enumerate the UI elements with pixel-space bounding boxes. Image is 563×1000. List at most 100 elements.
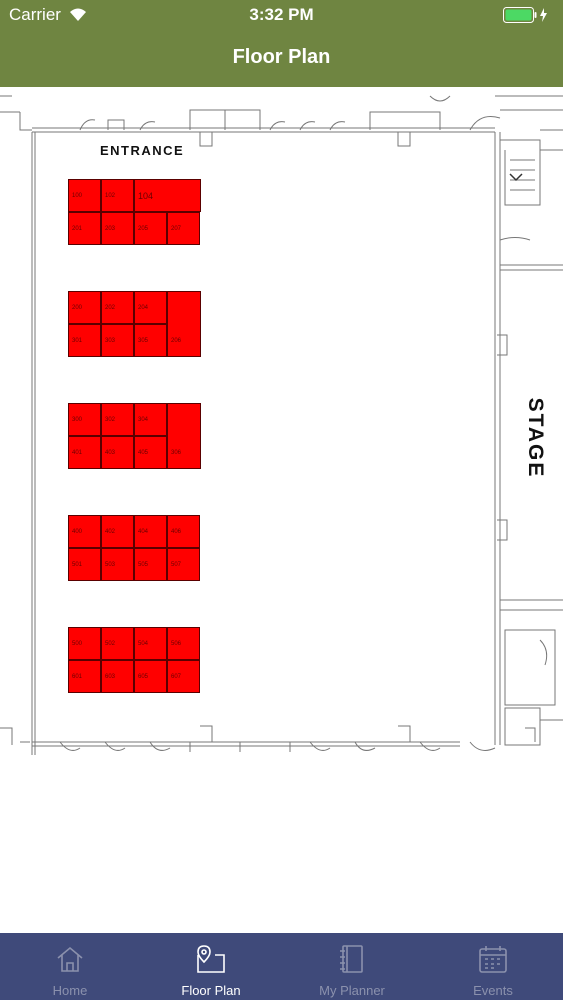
booth-406[interactable]: 406 bbox=[167, 515, 200, 548]
booth-block: 100 102 104 201 203 205 207 bbox=[68, 179, 201, 245]
notebook-icon bbox=[336, 943, 368, 975]
booth-number: 302 bbox=[105, 416, 116, 423]
booth-number: 203 bbox=[105, 225, 116, 232]
booth-301[interactable]: 301 bbox=[68, 324, 101, 357]
booth-number: 507 bbox=[171, 561, 182, 568]
booth-number: 401 bbox=[72, 449, 83, 456]
booth-number: 305 bbox=[138, 337, 149, 344]
tab-home[interactable]: Home bbox=[0, 933, 140, 1000]
booth-207[interactable]: 207 bbox=[167, 212, 200, 245]
booth-205[interactable]: 205 bbox=[134, 212, 167, 245]
booth-number: 405 bbox=[138, 449, 149, 456]
booth-305[interactable]: 305 bbox=[134, 324, 167, 357]
booth-507[interactable]: 507 bbox=[167, 548, 200, 581]
booth-504[interactable]: 504 bbox=[134, 627, 167, 660]
booth-204[interactable]: 204 bbox=[134, 291, 167, 324]
booth-number: 607 bbox=[171, 673, 182, 680]
booth-number: 206 bbox=[171, 337, 182, 344]
booth-number: 300 bbox=[72, 416, 83, 423]
booth-601[interactable]: 601 bbox=[68, 660, 101, 693]
booth-block: 300 302 304 401 403 405 306 bbox=[68, 403, 201, 469]
booth-number: 503 bbox=[105, 561, 116, 568]
booth-number: 403 bbox=[105, 449, 116, 456]
booth-block: 400 402 404 406 501 503 505 507 bbox=[68, 515, 201, 581]
tab-label: Floor Plan bbox=[181, 983, 241, 998]
booth-number: 505 bbox=[138, 561, 149, 568]
booth-number: 601 bbox=[72, 673, 83, 680]
booth-number: 202 bbox=[105, 304, 116, 311]
booth-405[interactable]: 405 bbox=[134, 436, 167, 469]
booth-number: 100 bbox=[72, 192, 83, 199]
booth-number: 605 bbox=[138, 673, 149, 680]
booth-number: 201 bbox=[72, 225, 83, 232]
booth-104[interactable]: 104 bbox=[134, 179, 201, 212]
booth-202[interactable]: 202 bbox=[101, 291, 134, 324]
booth-502[interactable]: 502 bbox=[101, 627, 134, 660]
booth-block: 500 502 504 506 601 603 605 607 bbox=[68, 627, 201, 693]
booth-number: 501 bbox=[72, 561, 83, 568]
tab-label: My Planner bbox=[319, 983, 385, 998]
booth-403[interactable]: 403 bbox=[101, 436, 134, 469]
stage-label-text: STAGE bbox=[524, 398, 544, 478]
clock: 3:32 PM bbox=[249, 5, 314, 24]
tab-my-planner[interactable]: My Planner bbox=[282, 933, 422, 1000]
booth-501[interactable]: 501 bbox=[68, 548, 101, 581]
booth-200[interactable]: 200 bbox=[68, 291, 101, 324]
booth-506[interactable]: 506 bbox=[167, 627, 200, 660]
booth-block: 200 202 204 301 303 305 206 bbox=[68, 291, 201, 357]
booth-505[interactable]: 505 bbox=[134, 548, 167, 581]
tab-label: Home bbox=[52, 983, 88, 998]
booth-102[interactable]: 102 bbox=[101, 179, 134, 212]
battery-icon bbox=[503, 7, 549, 28]
booth-number: 500 bbox=[72, 640, 83, 647]
booth-302[interactable]: 302 bbox=[101, 403, 134, 436]
booth-number: 402 bbox=[105, 528, 116, 535]
booth-number: 400 bbox=[72, 528, 83, 535]
booth-300[interactable]: 300 bbox=[68, 403, 101, 436]
booth-number: 502 bbox=[105, 640, 116, 647]
tab-bar: Home Floor Plan My Planner Events bbox=[0, 933, 563, 1000]
booth-number: 200 bbox=[72, 304, 83, 311]
entrance-label: ENTRANCE bbox=[100, 143, 185, 158]
booth-number: 102 bbox=[105, 192, 116, 199]
booth-number: 204 bbox=[138, 304, 149, 311]
booth-number: 104 bbox=[138, 190, 154, 201]
booth-206[interactable]: 206 bbox=[167, 291, 201, 357]
map-pin-icon bbox=[195, 943, 227, 975]
booth-100[interactable]: 100 bbox=[68, 179, 101, 212]
status-bar: Carrier 3:32 PM bbox=[0, 0, 563, 30]
booth-201[interactable]: 201 bbox=[68, 212, 101, 245]
page-title: Floor Plan bbox=[232, 46, 331, 68]
booth-203[interactable]: 203 bbox=[101, 212, 134, 245]
booth-303[interactable]: 303 bbox=[101, 324, 134, 357]
booth-605[interactable]: 605 bbox=[134, 660, 167, 693]
booth-number: 506 bbox=[171, 640, 182, 647]
booth-500[interactable]: 500 bbox=[68, 627, 101, 660]
booth-number: 306 bbox=[171, 449, 182, 456]
booth-401[interactable]: 401 bbox=[68, 436, 101, 469]
stage-label: STAGE bbox=[514, 398, 547, 483]
booth-304[interactable]: 304 bbox=[134, 403, 167, 436]
booth-603[interactable]: 603 bbox=[101, 660, 134, 693]
nav-bar: Floor Plan bbox=[0, 30, 563, 87]
tab-label: Events bbox=[473, 983, 513, 998]
booth-607[interactable]: 607 bbox=[167, 660, 200, 693]
tab-events[interactable]: Events bbox=[423, 933, 563, 1000]
booth-number: 205 bbox=[138, 225, 149, 232]
booth-503[interactable]: 503 bbox=[101, 548, 134, 581]
booth-400[interactable]: 400 bbox=[68, 515, 101, 548]
booth-number: 303 bbox=[105, 337, 116, 344]
booth-number: 304 bbox=[138, 416, 149, 423]
calendar-icon bbox=[477, 943, 509, 975]
house-icon bbox=[54, 943, 86, 975]
booth-306[interactable]: 306 bbox=[167, 403, 201, 469]
booth-402[interactable]: 402 bbox=[101, 515, 134, 548]
booth-number: 504 bbox=[138, 640, 149, 647]
booth-number: 404 bbox=[138, 528, 149, 535]
booth-number: 406 bbox=[171, 528, 182, 535]
booth-number: 603 bbox=[105, 673, 116, 680]
booth-404[interactable]: 404 bbox=[134, 515, 167, 548]
booth-number: 207 bbox=[171, 225, 182, 232]
booth-number: 301 bbox=[72, 337, 83, 344]
tab-floor-plan[interactable]: Floor Plan bbox=[141, 933, 281, 1000]
